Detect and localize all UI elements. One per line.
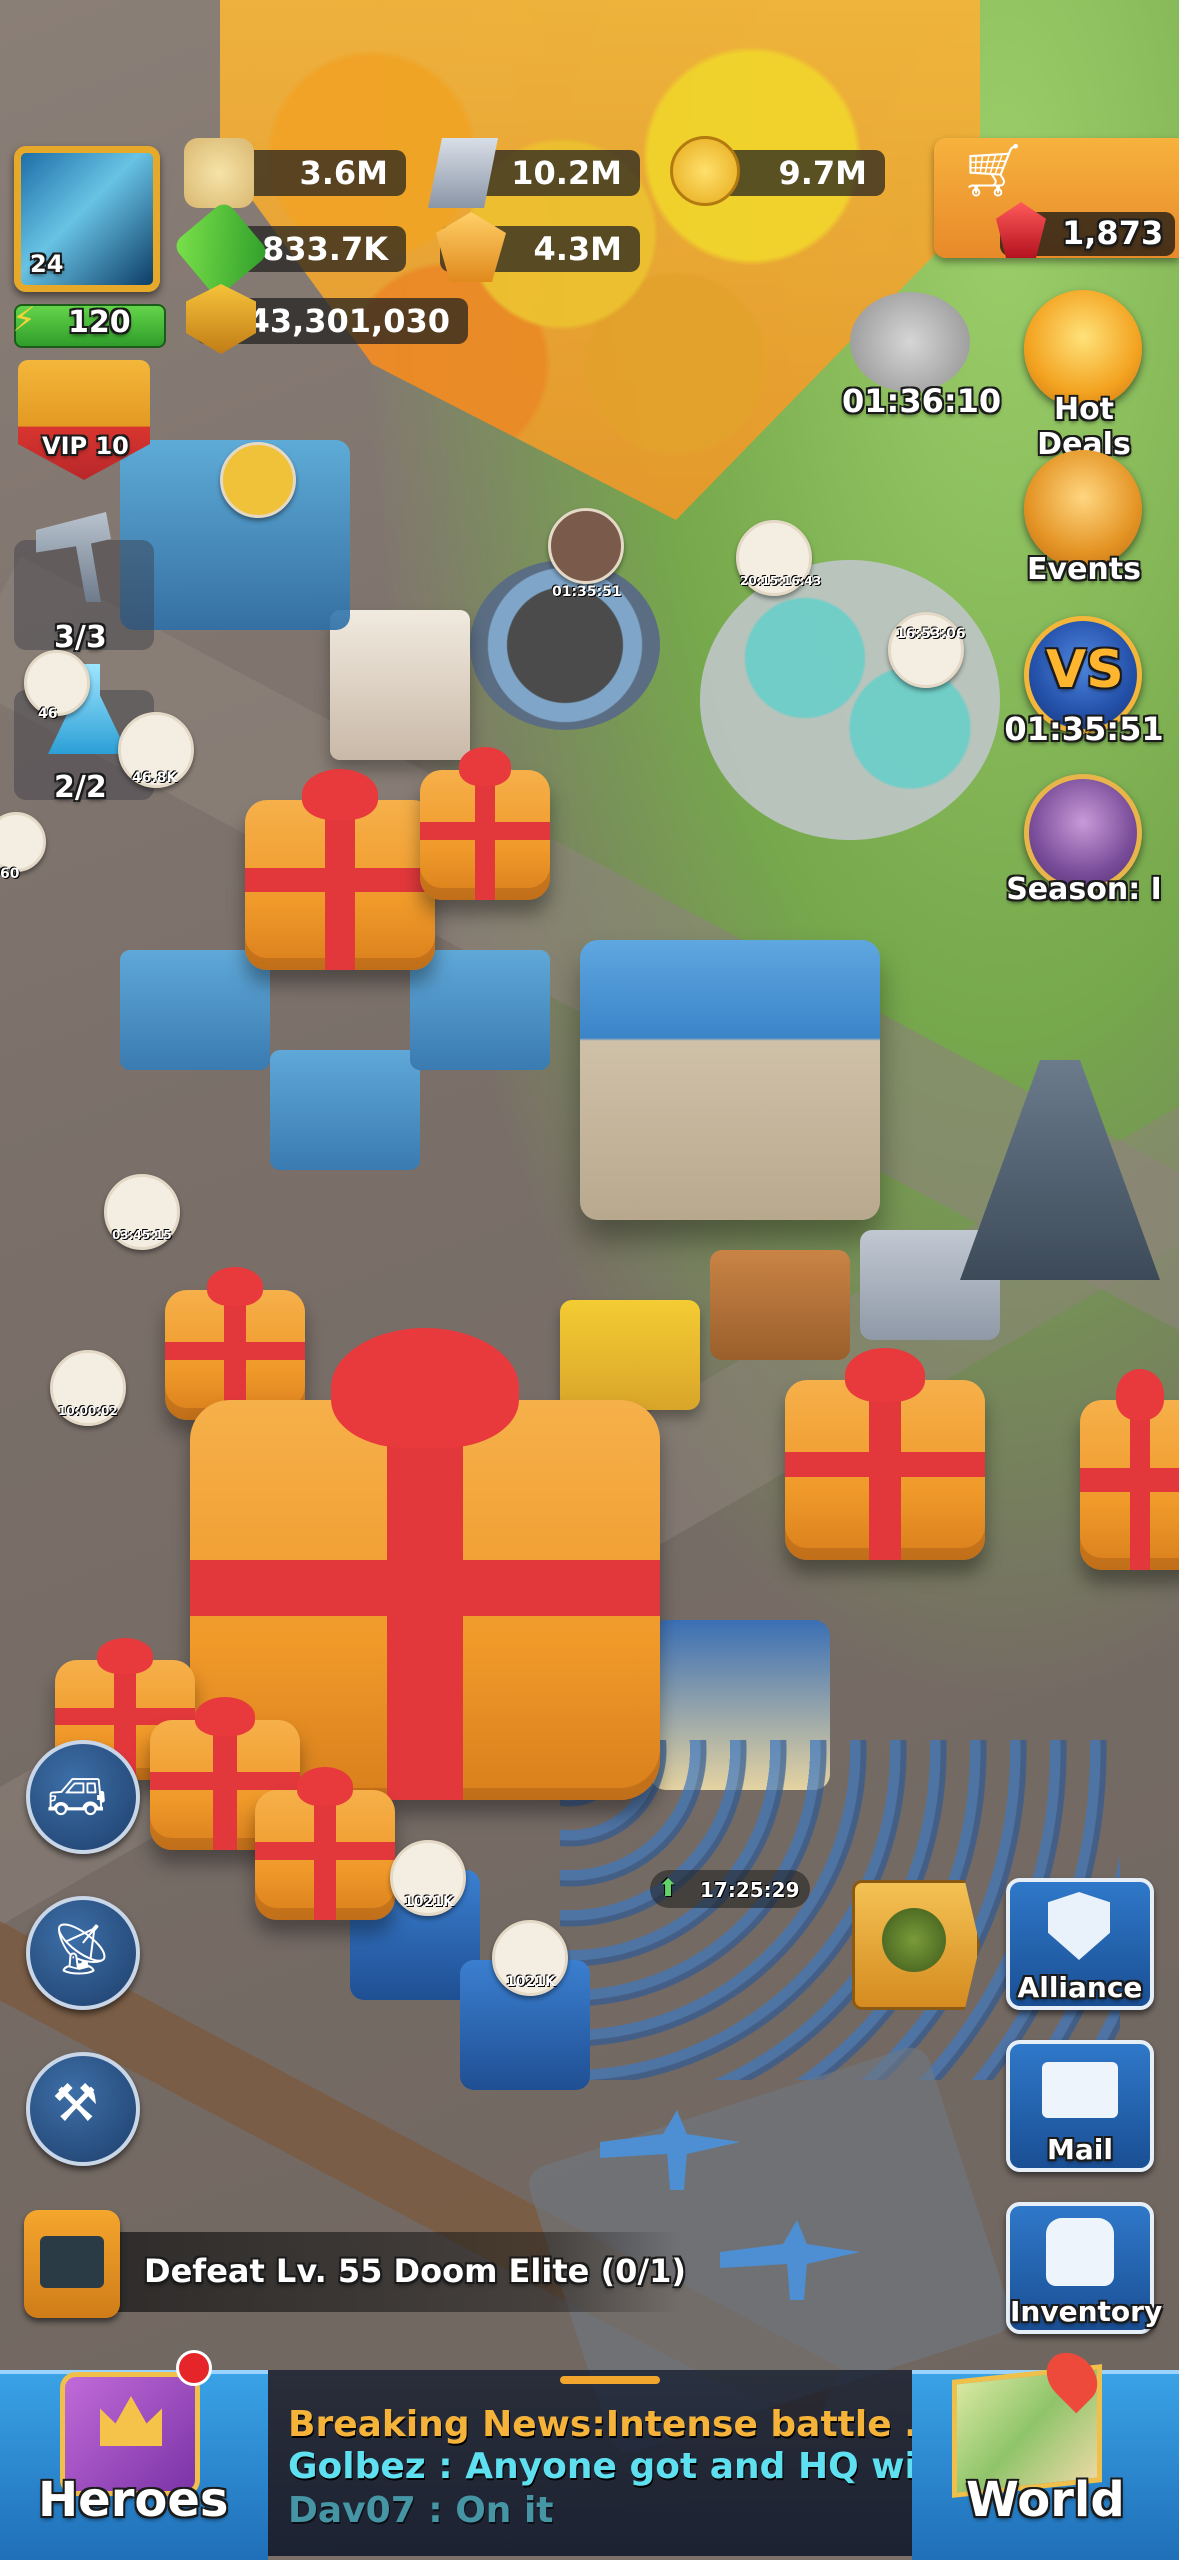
power-value: 43,301,030 [247, 302, 450, 340]
alliance-icon [1048, 1892, 1110, 1960]
cart-icon: 🛒︎ [960, 141, 1027, 201]
heroes-label: Heroes [38, 2472, 229, 2528]
wood-storage[interactable] [710, 1250, 850, 1360]
hammer-icon: ⚒︎ [52, 2074, 99, 2134]
hammer-marker-value: 60 [0, 866, 20, 882]
gift-box[interactable] [245, 769, 435, 970]
coin-marker-value: 46 [38, 706, 58, 722]
vs-icon: VS [1046, 640, 1124, 700]
player-level: 24 [30, 250, 64, 278]
oil-value: 833.7K [261, 230, 388, 268]
store-building[interactable] [330, 610, 470, 760]
gold-storage[interactable] [560, 1300, 700, 1410]
hq-building[interactable] [580, 940, 880, 1220]
upgrade-timer: 17:25:29 [700, 1878, 800, 1902]
upgrade-arrow-icon: ⬆ [658, 1874, 679, 1902]
jeep-icon: 🚙︎ [46, 1769, 107, 1825]
world-label: World [966, 2472, 1125, 2528]
gem-count: 1,873 [1062, 214, 1164, 252]
hospital-building[interactable] [270, 1050, 420, 1170]
food-value: 3.6M [299, 154, 388, 192]
mail-label: Mail [1047, 2133, 1113, 2166]
inventory-label: Inventory [1010, 2295, 1163, 2328]
gift-box[interactable] [255, 1766, 395, 1920]
food-icon [184, 138, 254, 208]
building-timer: 10:00:02 [58, 1404, 118, 1418]
hospital-building[interactable] [120, 950, 270, 1070]
coin-marker-value: 46.8K [132, 770, 178, 786]
gift-box[interactable] [785, 1347, 985, 1560]
energy-value: 120 [68, 305, 131, 340]
exp-amount: 1021K [506, 1974, 556, 1990]
inventory-button[interactable]: Inventory [1006, 2202, 1163, 2334]
radar-building[interactable] [700, 560, 1000, 840]
grenade-icon [882, 1908, 946, 1972]
iron-value: 10.2M [511, 154, 622, 192]
building-timer: 03:45:15 [112, 1228, 172, 1242]
events-label: Events [1027, 552, 1141, 587]
news-headline: Breaking News:Intense battle ... [288, 2404, 946, 2445]
crystal-value: 4.3M [533, 230, 622, 268]
radar-marker[interactable] [888, 612, 964, 688]
vip-label: VIP 10 [42, 432, 129, 460]
gift-box[interactable] [1080, 1369, 1179, 1570]
hot-deals-button[interactable] [1024, 290, 1142, 408]
chat-line: Golbez : Anyone got and HQ with ... [288, 2446, 1014, 2487]
radar-timer: 16:53:06 [896, 626, 966, 642]
helicopter-offer-icon[interactable] [850, 292, 970, 392]
helicopter-timer: 20:15:16:43 [740, 574, 822, 588]
gift-box[interactable] [420, 746, 550, 900]
research-count: 2/2 [54, 770, 107, 805]
plane-marker[interactable] [220, 442, 296, 518]
quest-radio-screen [40, 2236, 104, 2288]
events-button[interactable] [1024, 450, 1142, 568]
hospital-building[interactable] [410, 950, 550, 1070]
notification-dot [176, 2350, 212, 2386]
arena-timer: 01:35:51 [552, 584, 622, 600]
gold-coin-icon [670, 136, 740, 206]
gold-value: 9.7M [778, 154, 867, 192]
ticker-handle [560, 2376, 660, 2384]
mail-icon [1042, 2062, 1118, 2118]
vs-timer: 01:35:51 [1004, 710, 1164, 748]
arena-marker[interactable] [548, 508, 624, 584]
quest-text: Defeat Lv. 55 Doom Elite (0/1) [144, 2252, 686, 2290]
satellite-icon: 📡︎ [50, 1920, 114, 1978]
energy-icon: ⚡ [12, 300, 36, 340]
exp-amount: 1021K [404, 1894, 454, 1910]
alliance-button[interactable]: Alliance [1006, 1878, 1154, 2010]
offer-timer: 01:36:10 [842, 382, 1002, 420]
alliance-label: Alliance [1017, 1971, 1143, 2004]
mail-button[interactable]: Mail [1006, 2040, 1154, 2172]
season-label: Season: I [1006, 872, 1162, 907]
backpack-icon [1046, 2218, 1114, 2286]
chat-line: Dav07 : On it [288, 2490, 554, 2531]
